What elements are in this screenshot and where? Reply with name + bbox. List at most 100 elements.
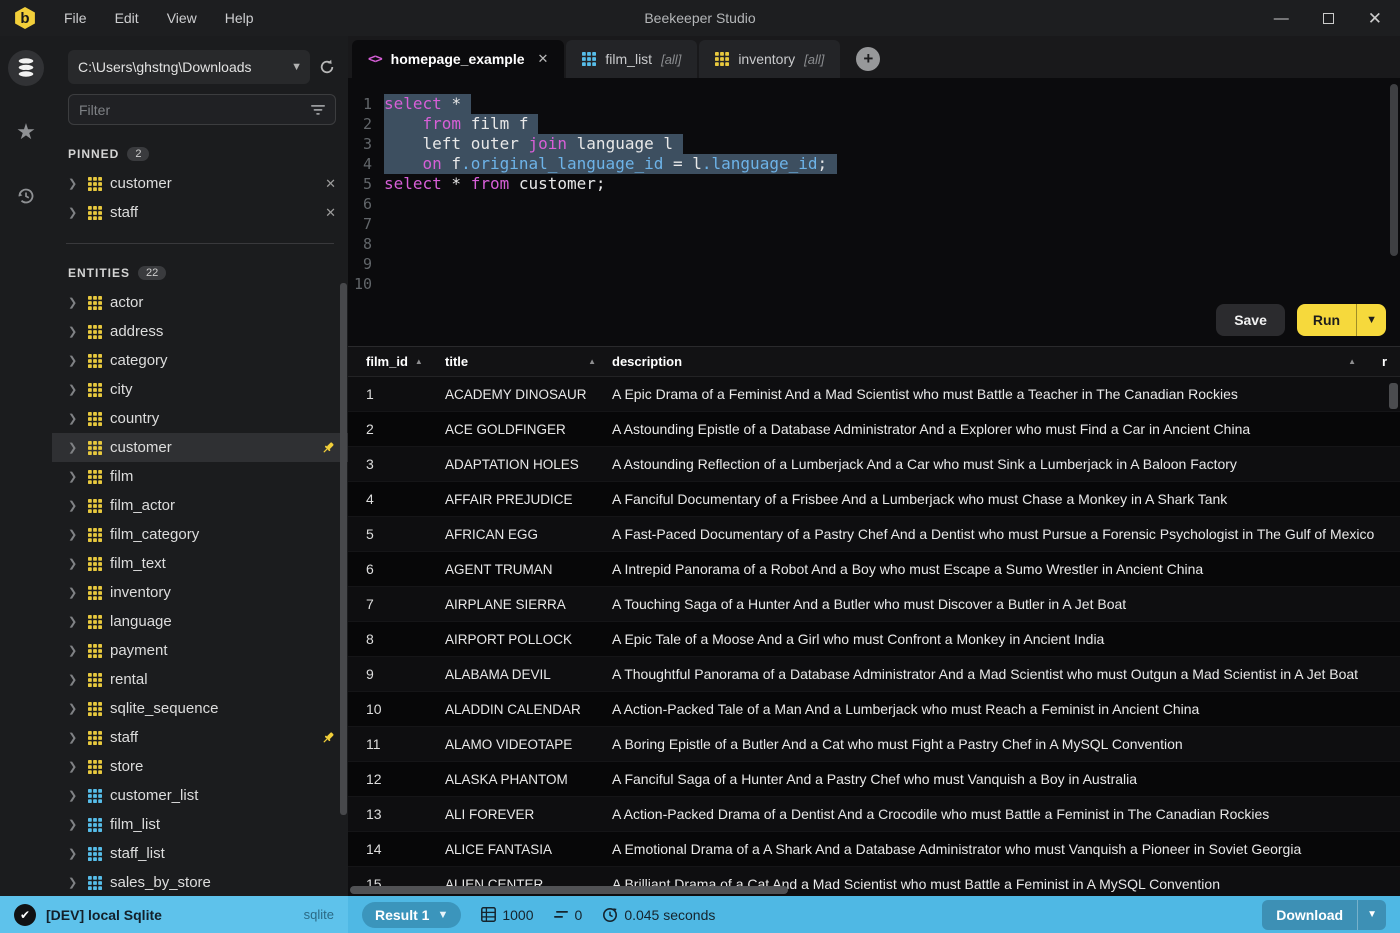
chevron-right-icon[interactable]: ❯ <box>68 673 80 686</box>
tab-close-icon[interactable]: ✕ <box>538 51 549 67</box>
minimize-icon[interactable]: — <box>1274 11 1289 26</box>
editor-line[interactable]: 1 select * <box>348 94 1400 114</box>
tab-inventory[interactable]: inventory [all] <box>699 40 841 78</box>
tables-panel-button[interactable] <box>8 50 44 86</box>
run-button[interactable]: Run <box>1296 304 1357 336</box>
entity-film_text[interactable]: ❯ film_text <box>52 549 348 578</box>
editor-line[interactable]: 8 <box>348 234 1400 254</box>
tab-film_list[interactable]: film_list [all] <box>566 40 698 78</box>
chevron-right-icon[interactable]: ❯ <box>68 296 80 309</box>
chevron-right-icon[interactable]: ❯ <box>68 354 80 367</box>
save-button[interactable]: Save <box>1216 304 1285 336</box>
entity-actor[interactable]: ❯ actor <box>52 288 348 317</box>
connection-status[interactable]: ✔ [DEV] local Sqlite sqlite <box>0 896 348 933</box>
editor-line[interactable]: 5 select * from customer; <box>348 174 1400 194</box>
entity-inventory[interactable]: ❯ inventory <box>52 578 348 607</box>
editor-line[interactable]: 7 <box>348 214 1400 234</box>
table-row[interactable]: 1 ACADEMY DINOSAUR A Epic Drama of a Fem… <box>348 377 1400 412</box>
entity-payment[interactable]: ❯ payment <box>52 636 348 665</box>
table-row[interactable]: 6 AGENT TRUMAN A Intrepid Panorama of a … <box>348 552 1400 587</box>
entity-film_list[interactable]: ❯ film_list <box>52 810 348 839</box>
menu-help[interactable]: Help <box>225 10 254 26</box>
maximize-icon[interactable] <box>1322 12 1334 24</box>
table-row[interactable]: 2 ACE GOLDFINGER A Astounding Epistle of… <box>348 412 1400 447</box>
editor-scrollbar[interactable] <box>1390 84 1398 256</box>
filter-input[interactable] <box>79 101 311 118</box>
chevron-right-icon[interactable]: ❯ <box>68 557 80 570</box>
entity-customer[interactable]: ❯ customer <box>52 433 348 462</box>
entity-language[interactable]: ❯ language <box>52 607 348 636</box>
menu-edit[interactable]: Edit <box>115 10 139 26</box>
entity-film_actor[interactable]: ❯ film_actor <box>52 491 348 520</box>
pin-icon[interactable] <box>320 730 336 746</box>
editor-line[interactable]: 6 <box>348 194 1400 214</box>
entity-sales_by_store[interactable]: ❯ sales_by_store <box>52 868 348 896</box>
chevron-right-icon[interactable]: ❯ <box>68 847 80 860</box>
entity-category[interactable]: ❯ category <box>52 346 348 375</box>
chevron-right-icon[interactable]: ❯ <box>68 702 80 715</box>
table-row[interactable]: 13 ALI FOREVER A Action-Packed Drama of … <box>348 797 1400 832</box>
table-row[interactable]: 11 ALAMO VIDEOTAPE A Boring Epistle of a… <box>348 727 1400 762</box>
refresh-icon[interactable] <box>318 58 336 76</box>
chevron-right-icon[interactable]: ❯ <box>68 528 80 541</box>
entity-customer_list[interactable]: ❯ customer_list <box>52 781 348 810</box>
unpin-close-icon[interactable]: ✕ <box>325 176 336 192</box>
filter-funnel-icon[interactable] <box>311 104 325 116</box>
run-dropdown-caret[interactable]: ▼ <box>1356 304 1386 336</box>
chevron-right-icon[interactable]: ❯ <box>68 644 80 657</box>
entity-country[interactable]: ❯ country <box>52 404 348 433</box>
tab-homepage_example[interactable]: <> homepage_example ✕ <box>352 40 565 78</box>
column-header-description[interactable]: description ▲ <box>608 354 1382 369</box>
results-vertical-scrollbar[interactable] <box>1389 383 1398 409</box>
chevron-right-icon[interactable]: ❯ <box>68 177 80 190</box>
chevron-right-icon[interactable]: ❯ <box>68 383 80 396</box>
entity-city[interactable]: ❯ city <box>52 375 348 404</box>
history-button[interactable] <box>8 178 44 214</box>
table-row[interactable]: 3 ADAPTATION HOLES A Astounding Reflecti… <box>348 447 1400 482</box>
chevron-right-icon[interactable]: ❯ <box>68 206 80 219</box>
table-row[interactable]: 8 AIRPORT POLLOCK A Epic Tale of a Moose… <box>348 622 1400 657</box>
close-icon[interactable]: ✕ <box>1368 10 1382 27</box>
column-header-film-id[interactable]: film_id ▲ <box>348 354 438 369</box>
chevron-right-icon[interactable]: ❯ <box>68 325 80 338</box>
table-row[interactable]: 5 AFRICAN EGG A Fast-Paced Documentary o… <box>348 517 1400 552</box>
entity-rental[interactable]: ❯ rental <box>52 665 348 694</box>
entity-store[interactable]: ❯ store <box>52 752 348 781</box>
chevron-right-icon[interactable]: ❯ <box>68 441 80 454</box>
chevron-right-icon[interactable]: ❯ <box>68 499 80 512</box>
table-row[interactable]: 10 ALADDIN CALENDAR A Action-Packed Tale… <box>348 692 1400 727</box>
column-header-title[interactable]: title ▲ <box>438 354 608 369</box>
pinned-table-item[interactable]: ❯ staff ✕ <box>52 198 348 227</box>
chevron-right-icon[interactable]: ❯ <box>68 412 80 425</box>
entity-film_category[interactable]: ❯ film_category <box>52 520 348 549</box>
connection-select[interactable]: C:\Users\ghstng\Downloads ▼ <box>68 50 310 84</box>
entity-film[interactable]: ❯ film <box>52 462 348 491</box>
pin-icon[interactable] <box>320 440 336 456</box>
chevron-right-icon[interactable]: ❯ <box>68 789 80 802</box>
editor-line[interactable]: 2 from film f <box>348 114 1400 134</box>
download-dropdown-caret[interactable]: ▼ <box>1357 899 1386 930</box>
table-row[interactable]: 14 ALICE FANTASIA A Emotional Drama of a… <box>348 832 1400 867</box>
sql-editor[interactable]: 1 select * 2 from film f 3 left outer jo… <box>348 78 1400 346</box>
menu-file[interactable]: File <box>64 10 87 26</box>
table-row[interactable]: 9 ALABAMA DEVIL A Thoughtful Panorama of… <box>348 657 1400 692</box>
new-tab-button[interactable]: + <box>856 47 881 71</box>
unpin-close-icon[interactable]: ✕ <box>325 205 336 221</box>
chevron-right-icon[interactable]: ❯ <box>68 731 80 744</box>
editor-line[interactable]: 3 left outer join language l <box>348 134 1400 154</box>
sidebar-scrollbar[interactable] <box>340 283 347 815</box>
chevron-right-icon[interactable]: ❯ <box>68 760 80 773</box>
chevron-right-icon[interactable]: ❯ <box>68 615 80 628</box>
results-horizontal-scrollbar[interactable] <box>350 886 788 894</box>
pinned-table-item[interactable]: ❯ customer ✕ <box>52 169 348 198</box>
chevron-right-icon[interactable]: ❯ <box>68 876 80 889</box>
result-selector[interactable]: Result 1 ▼ <box>362 901 462 928</box>
chevron-right-icon[interactable]: ❯ <box>68 818 80 831</box>
menu-view[interactable]: View <box>167 10 197 26</box>
column-header-partial[interactable]: r <box>1382 354 1400 369</box>
editor-line[interactable]: 9 <box>348 254 1400 274</box>
favorites-button[interactable]: ★ <box>8 114 44 150</box>
entity-staff[interactable]: ❯ staff <box>52 723 348 752</box>
table-row[interactable]: 12 ALASKA PHANTOM A Fanciful Saga of a H… <box>348 762 1400 797</box>
chevron-right-icon[interactable]: ❯ <box>68 470 80 483</box>
